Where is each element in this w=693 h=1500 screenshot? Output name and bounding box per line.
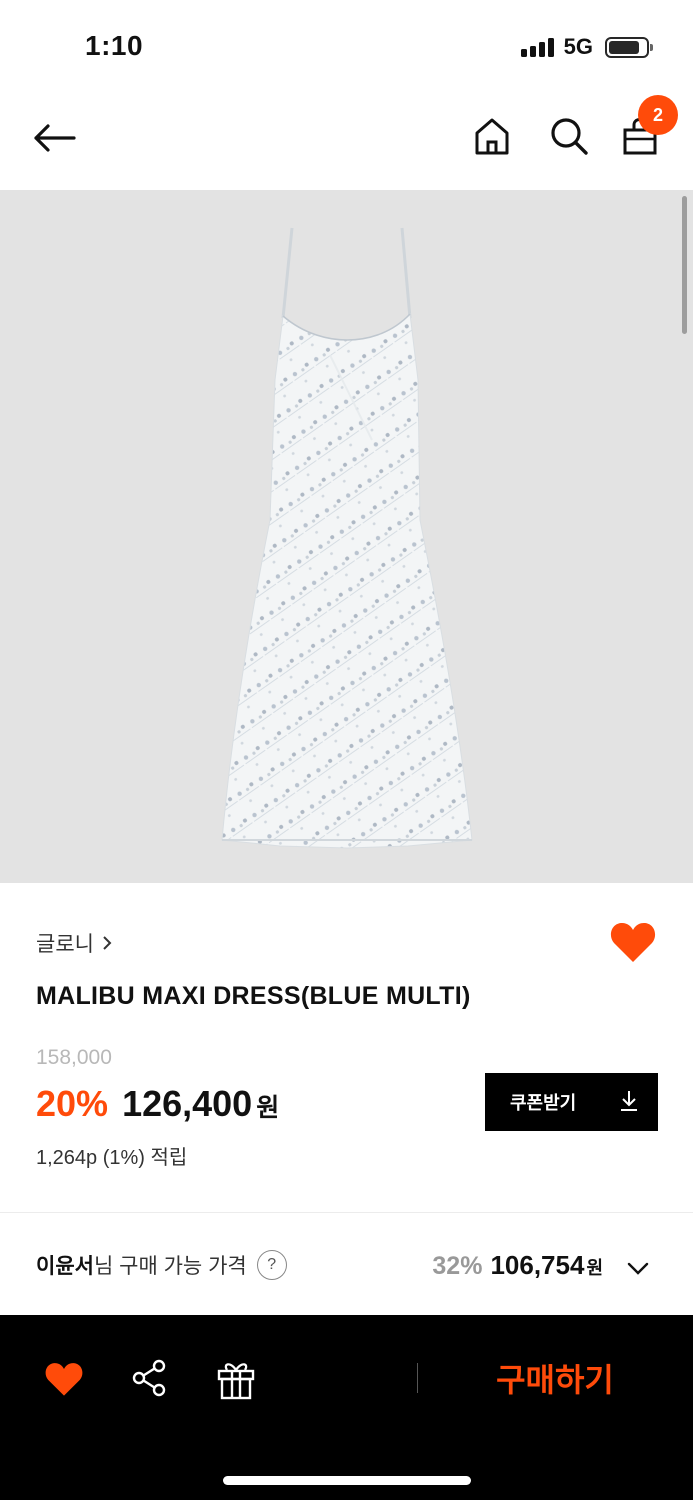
member-price-caption: 님 구매 가능 가격 bbox=[93, 1255, 247, 1278]
member-discount-rate: 32% bbox=[432, 1252, 483, 1280]
download-icon bbox=[621, 1091, 637, 1111]
back-arrow-icon bbox=[34, 124, 76, 152]
wishlist-button[interactable] bbox=[609, 920, 657, 964]
product-name: MALIBU MAXI DRESS(BLUE MULTI) bbox=[36, 982, 471, 1010]
search-icon bbox=[551, 118, 588, 155]
brand-name: 글로니 bbox=[36, 933, 94, 956]
home-indicator bbox=[223, 1476, 471, 1485]
help-icon[interactable]: ? bbox=[256, 1250, 287, 1280]
bottom-divider bbox=[417, 1363, 418, 1393]
status-indicators: 5G bbox=[520, 34, 653, 60]
home-button[interactable] bbox=[470, 112, 514, 160]
product-image[interactable] bbox=[0, 190, 693, 883]
heart-icon bbox=[45, 1363, 83, 1396]
back-button[interactable] bbox=[28, 112, 80, 164]
bottom-wishlist-button[interactable] bbox=[44, 1360, 84, 1398]
gift-icon bbox=[217, 1363, 255, 1400]
dress-image bbox=[221, 227, 473, 849]
member-currency-unit: 원 bbox=[586, 1258, 603, 1278]
home-icon bbox=[475, 118, 509, 155]
reward-points: 1,264p (1%) 적립 bbox=[36, 1147, 188, 1169]
product-detail-page: 1:10 5G 2 글로니 MALIBU MAXI DRESS(BLUE MUL… bbox=[0, 0, 693, 1500]
discount-rate: 20% bbox=[36, 1083, 109, 1124]
signal-icon bbox=[520, 37, 554, 57]
top-navigation bbox=[0, 92, 693, 190]
cart-count-badge: 2 bbox=[638, 95, 678, 135]
sale-price: 126,400 bbox=[122, 1083, 253, 1124]
price-row: 20% 126,400 원 bbox=[36, 1083, 279, 1125]
coupon-label: 쿠폰받기 bbox=[510, 1093, 577, 1113]
status-bar: 1:10 5G bbox=[0, 0, 693, 92]
brand-link[interactable]: 글로니 bbox=[36, 928, 112, 958]
share-icon bbox=[132, 1359, 166, 1397]
chevron-down-icon[interactable] bbox=[626, 1256, 650, 1280]
heart-icon bbox=[610, 922, 656, 962]
section-divider bbox=[0, 1212, 693, 1213]
member-name: 이윤서 bbox=[36, 1255, 94, 1278]
member-price: 32% 106,754 원 bbox=[432, 1250, 603, 1281]
battery-icon bbox=[605, 36, 653, 58]
chevron-right-icon bbox=[103, 936, 112, 950]
network-type: 5G bbox=[563, 34, 593, 59]
member-price-value: 106,754 bbox=[490, 1250, 585, 1280]
image-scroll-indicator bbox=[682, 196, 687, 334]
gift-button[interactable] bbox=[216, 1358, 256, 1400]
status-time: 1:10 bbox=[85, 30, 144, 61]
buy-button[interactable]: 구매하기 bbox=[440, 1343, 670, 1413]
search-button[interactable] bbox=[546, 112, 592, 160]
original-price: 158,000 bbox=[36, 1046, 112, 1069]
coupon-download-button[interactable]: 쿠폰받기 bbox=[485, 1073, 658, 1131]
share-button[interactable] bbox=[130, 1358, 170, 1398]
currency-unit: 원 bbox=[256, 1094, 280, 1122]
bottom-action-bar: 구매하기 bbox=[0, 1315, 693, 1500]
member-price-label: 이윤서 님 구매 가능 가격 ? bbox=[36, 1250, 287, 1280]
